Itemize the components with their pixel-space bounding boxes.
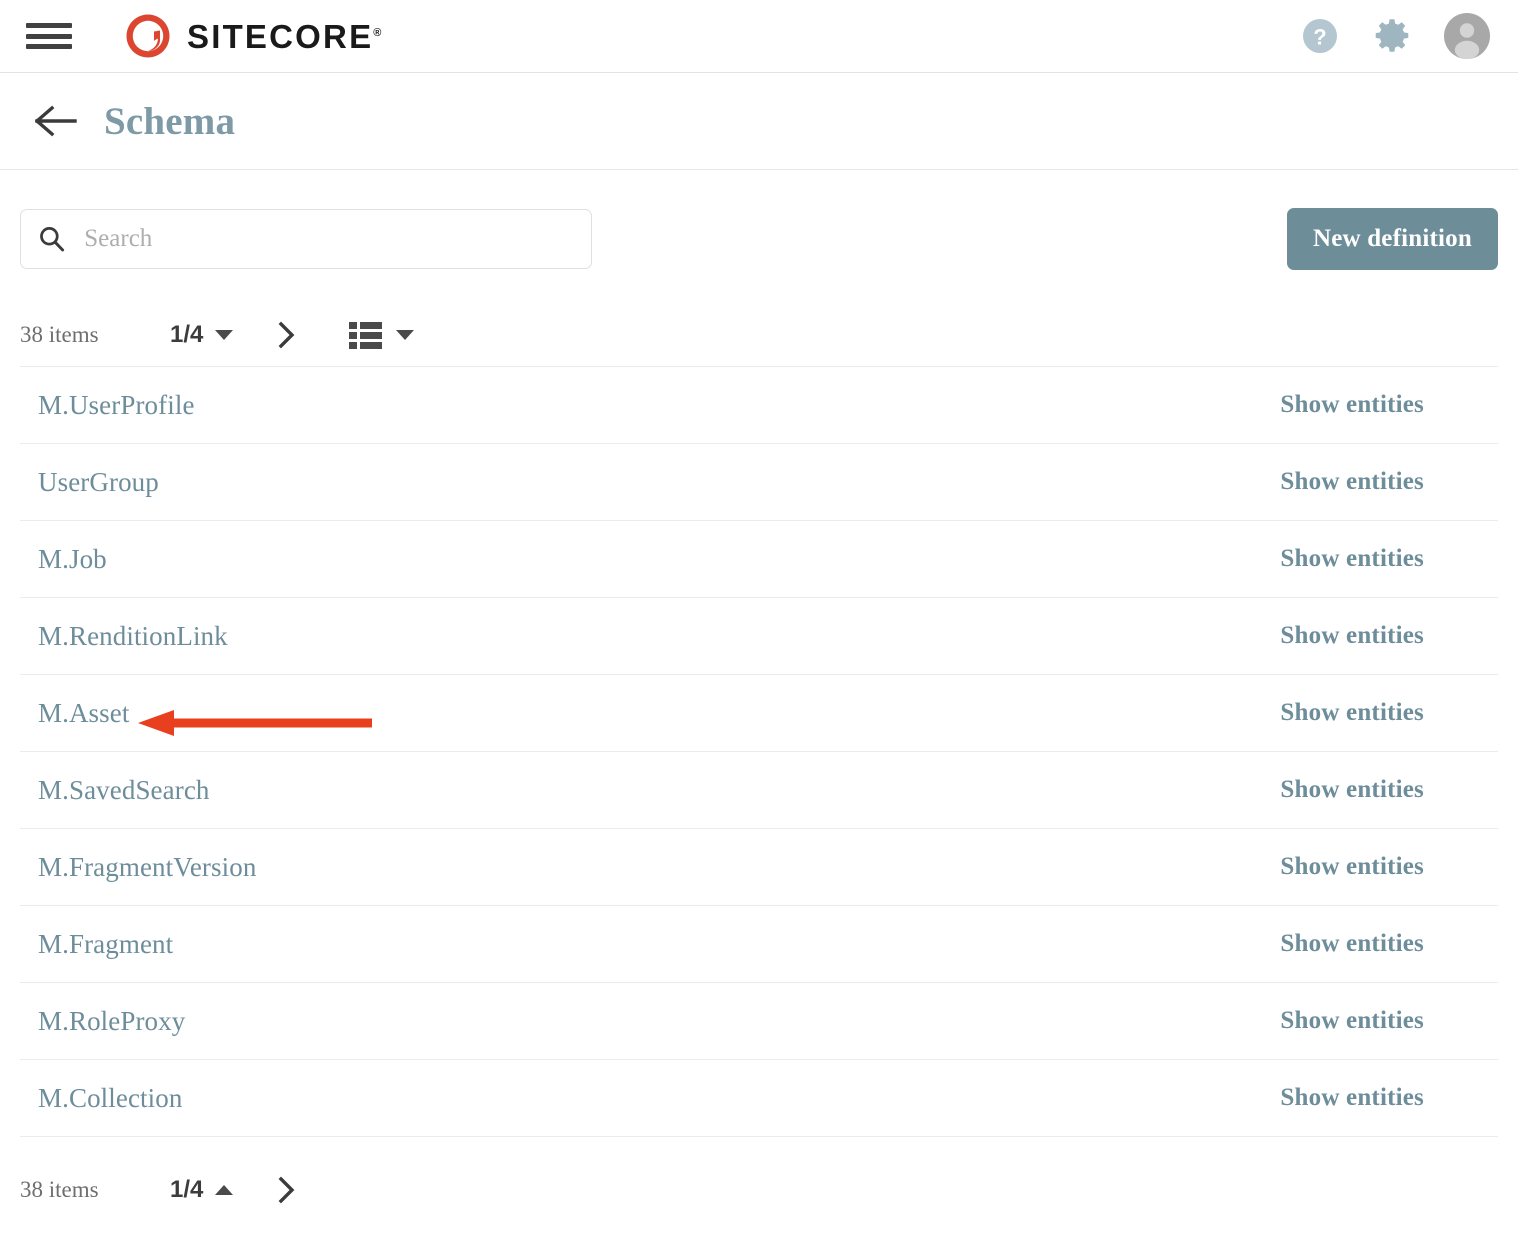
show-entities-link[interactable]: Show entities <box>1280 545 1482 573</box>
show-entities-link[interactable]: Show entities <box>1280 930 1482 958</box>
definition-name-link[interactable]: M.RoleProxy <box>38 1006 185 1037</box>
show-entities-link[interactable]: Show entities <box>1280 391 1482 419</box>
table-row: M.Asset Show entities <box>20 675 1498 752</box>
table-row: M.RoleProxy Show entities <box>20 983 1498 1060</box>
show-entities-link[interactable]: Show entities <box>1280 776 1482 804</box>
show-entities-link[interactable]: Show entities <box>1280 622 1482 650</box>
search-icon <box>37 223 66 255</box>
help-circle-icon[interactable]: ? <box>1300 16 1340 56</box>
show-entities-link[interactable]: Show entities <box>1280 853 1482 881</box>
sitecore-trademark: ® <box>373 27 381 39</box>
definition-name-link[interactable]: M.FragmentVersion <box>38 852 256 883</box>
show-entities-link[interactable]: Show entities <box>1280 1007 1482 1035</box>
pagination-bar-top: 38 items 1/4 <box>20 304 1498 366</box>
table-row: M.SavedSearch Show entities <box>20 752 1498 829</box>
sitecore-wordmark-text: SITECORE <box>187 18 373 55</box>
page-header: Schema <box>0 73 1518 170</box>
list-view-icon <box>349 322 382 349</box>
new-definition-button[interactable]: New definition <box>1287 208 1498 270</box>
items-count-bottom: 38 items <box>20 1177 170 1203</box>
chevron-up-icon <box>215 1185 233 1195</box>
svg-text:?: ? <box>1313 25 1326 50</box>
definition-list: M.UserProfile Show entities UserGroup Show … <box>20 366 1498 1137</box>
pagination-bar-bottom: 38 items 1/4 <box>20 1159 1498 1221</box>
table-row: M.Fragment Show entities <box>20 906 1498 983</box>
arrow-left-icon[interactable] <box>34 99 78 143</box>
definition-name-link[interactable]: M.Collection <box>38 1083 182 1114</box>
search-box[interactable] <box>20 209 592 269</box>
definition-name-link[interactable]: M.RenditionLink <box>38 621 228 652</box>
table-row: M.UserProfile Show entities <box>20 367 1498 444</box>
search-input[interactable] <box>82 210 575 268</box>
definition-name-link[interactable]: M.Job <box>38 544 107 575</box>
hamburger-bar <box>26 34 72 39</box>
definition-name-link[interactable]: M.Fragment <box>38 929 173 960</box>
next-page-button-top[interactable] <box>275 320 299 350</box>
top-bar-actions: ? <box>1300 13 1490 59</box>
page-indicator-bottom[interactable]: 1/4 <box>170 1176 233 1204</box>
sitecore-logo[interactable]: SITECORE® <box>124 12 381 60</box>
definition-name-link[interactable]: M.SavedSearch <box>38 775 210 806</box>
items-count-top: 38 items <box>20 322 170 348</box>
main-content: New definition 38 items 1/4 M.UserProfil… <box>0 170 1518 1221</box>
table-row: M.FragmentVersion Show entities <box>20 829 1498 906</box>
user-avatar-icon[interactable] <box>1444 13 1490 59</box>
table-row: M.Job Show entities <box>20 521 1498 598</box>
hamburger-bar <box>26 23 72 28</box>
definition-name-link[interactable]: M.Asset <box>38 698 129 729</box>
chevron-down-icon <box>215 330 233 340</box>
page-number-bottom: 1/4 <box>170 1176 203 1204</box>
definition-name-link[interactable]: UserGroup <box>38 467 159 498</box>
chevron-down-icon <box>396 330 414 340</box>
table-row: M.RenditionLink Show entities <box>20 598 1498 675</box>
show-entities-link[interactable]: Show entities <box>1280 699 1482 727</box>
page-title: Schema <box>104 102 235 141</box>
definition-name-link[interactable]: M.UserProfile <box>38 390 195 421</box>
view-mode-selector[interactable] <box>349 322 414 349</box>
next-page-button-bottom[interactable] <box>275 1175 299 1205</box>
hamburger-menu-icon[interactable] <box>26 19 72 53</box>
show-entities-link[interactable]: Show entities <box>1280 468 1482 496</box>
search-toolbar: New definition <box>20 170 1498 270</box>
page-number-top: 1/4 <box>170 321 203 349</box>
table-row: UserGroup Show entities <box>20 444 1498 521</box>
chevron-right-icon <box>275 320 299 350</box>
page-indicator-top[interactable]: 1/4 <box>170 321 233 349</box>
show-entities-link[interactable]: Show entities <box>1280 1084 1482 1112</box>
chevron-right-icon <box>275 1175 299 1205</box>
sitecore-wordmark: SITECORE® <box>187 20 381 53</box>
top-app-bar: SITECORE® ? <box>0 0 1518 73</box>
hamburger-bar <box>26 44 72 49</box>
sitecore-mark-icon <box>124 12 172 60</box>
table-row: M.Collection Show entities <box>20 1060 1498 1137</box>
gear-icon[interactable] <box>1372 16 1412 56</box>
